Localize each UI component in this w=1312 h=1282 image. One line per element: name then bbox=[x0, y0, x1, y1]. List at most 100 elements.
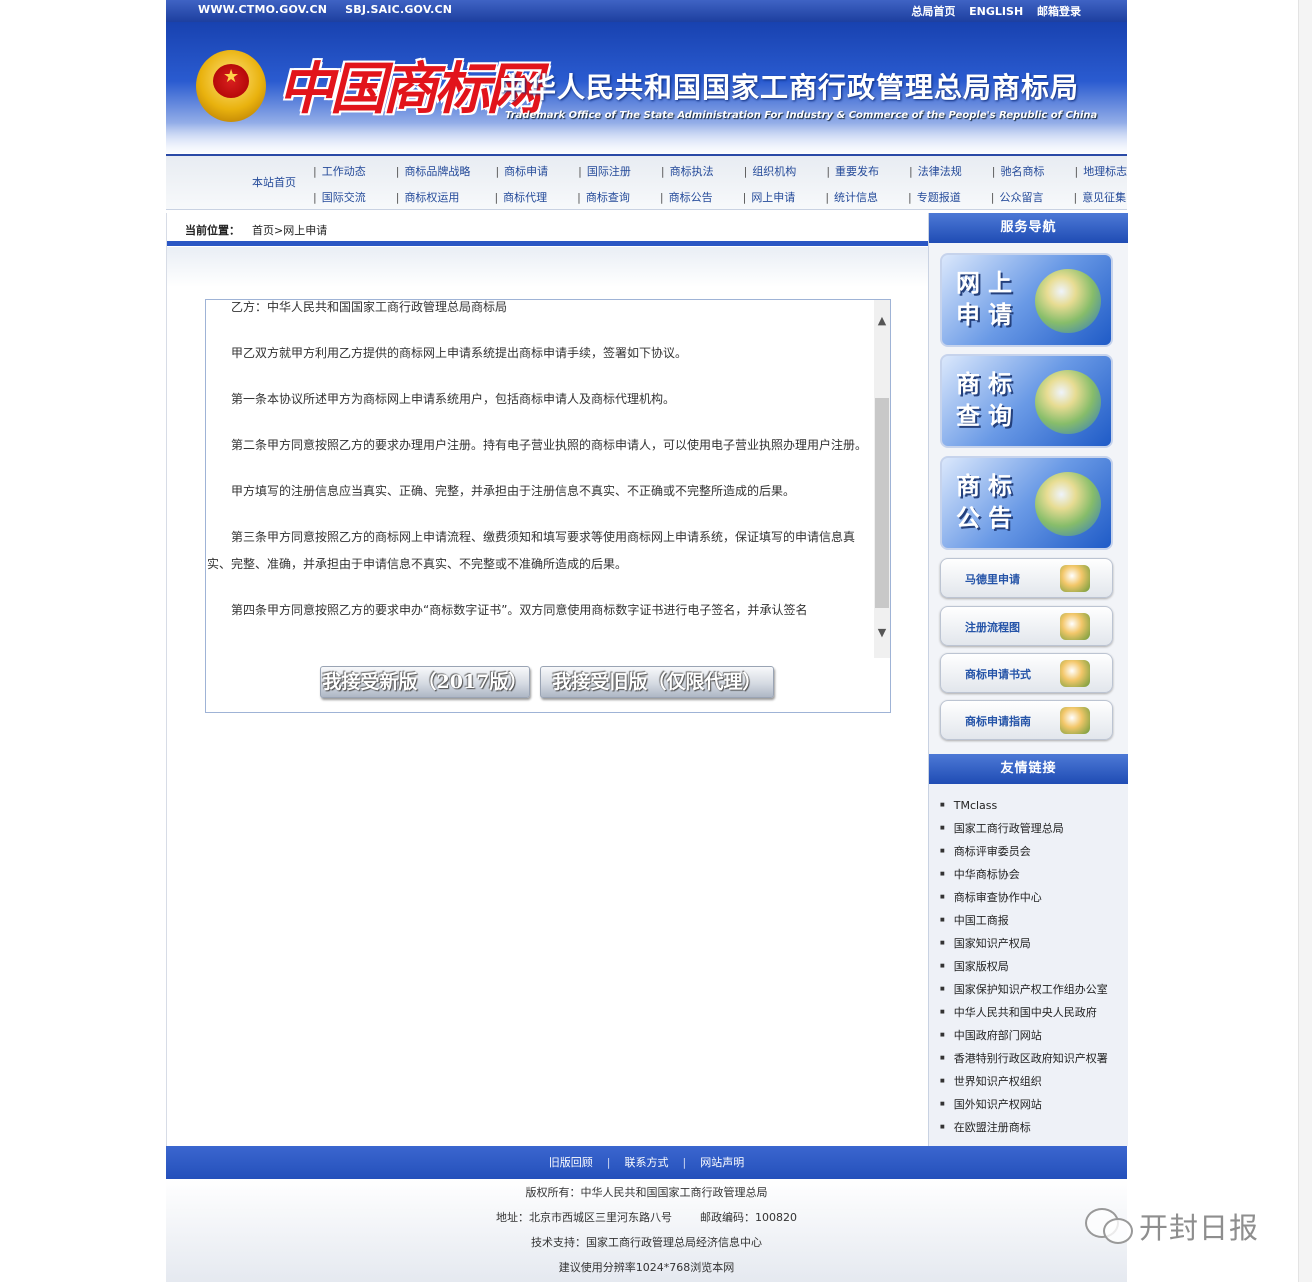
nav-item[interactable]: 专题报道 bbox=[917, 189, 989, 205]
agreement-paragraph: 甲方填写的注册信息应当真实、正确、完整，并承担由于注册信息不真实、不正确或不完整… bbox=[231, 484, 796, 498]
nav-home[interactable]: 本站首页 bbox=[252, 174, 296, 190]
link-sbj-saic[interactable]: SBJ.SAIC.GOV.CN bbox=[345, 3, 452, 16]
friendly-link[interactable]: 商标评审委员会 bbox=[940, 843, 1108, 866]
breadcrumb: 当前位置： 首页>网上申请 bbox=[167, 213, 928, 247]
nav-item[interactable]: 组织机构 bbox=[752, 163, 824, 179]
nav-row-2: | 国际交流 | 商标权运用 | 商标代理 | 商标查询 | 商标公告 | 网上申请 | 统计信息 | 专题报… bbox=[311, 189, 1154, 207]
national-emblem-icon bbox=[196, 50, 266, 122]
scroll-up-icon[interactable]: ▲ bbox=[874, 314, 890, 330]
friendly-link[interactable]: 在欧盟注册商标 bbox=[940, 1119, 1108, 1142]
guide-book-icon bbox=[1060, 707, 1090, 734]
nav-item[interactable]: 商标品牌战略 bbox=[404, 163, 493, 179]
nav-item[interactable]: 商标代理 bbox=[503, 189, 575, 205]
site-banner: 中国商标网 中华人民共和国国家工商行政管理总局商标局 Trademark Off… bbox=[166, 22, 1127, 153]
nav-item[interactable]: 商标权运用 bbox=[404, 189, 492, 205]
agreement-text-area[interactable]: 乙方：中华人民共和国国家工商行政管理总局商标局 甲乙双方就甲方利用乙方提供的商标… bbox=[206, 300, 874, 658]
nav-item[interactable]: 公众留言 bbox=[999, 189, 1071, 205]
nav-row-1: | 工作动态 | 商标品牌战略 | 商标申请 | 国际注册 | 商标执法 | 组织机构 | 重要发布 | 法律… bbox=[311, 163, 1155, 181]
agreement-paragraph: 第三条甲方同意按照乙方的商标网上申请流程、缴费须知和填写要求等使用商标网上申请系… bbox=[207, 530, 856, 571]
friendly-link[interactable]: 中华人民共和国中央人民政府 bbox=[940, 1004, 1108, 1027]
accept-old-version-button[interactable]: 我接受旧版（仅限代理） bbox=[540, 666, 774, 698]
accept-new-version-button[interactable]: 我接受新版（2017版） bbox=[320, 666, 530, 698]
link-headquarters-home[interactable]: 总局首页 bbox=[911, 5, 955, 18]
window-edge bbox=[1298, 0, 1312, 1282]
footer-address: 地址：北京市西城区三里河东路八号 bbox=[496, 1211, 672, 1224]
scroll-down-icon[interactable]: ▼ bbox=[874, 626, 890, 642]
books-icon bbox=[1060, 660, 1090, 687]
nav-item[interactable]: 统计信息 bbox=[834, 189, 906, 205]
friendly-links-panel: TMclass 国家工商行政管理总局 商标评审委员会 中华商标协会 商标审查协作… bbox=[929, 784, 1128, 1146]
service-flowchart-button[interactable]: 注册流程图 bbox=[940, 606, 1113, 646]
service-label: 注册流程图 bbox=[965, 621, 1020, 634]
friendly-link[interactable]: 世界知识产权组织 bbox=[940, 1073, 1108, 1096]
footer-postcode: 邮政编码：100820 bbox=[699, 1211, 797, 1224]
nav-item[interactable]: 驰名商标 bbox=[1000, 163, 1072, 179]
scroll-thumb[interactable] bbox=[875, 398, 889, 608]
agreement-paragraph: 第四条甲方同意按照乙方的要求申办“商标数字证书”。双方同意使用商标数字证书进行电… bbox=[231, 603, 808, 617]
friendly-link[interactable]: 国家工商行政管理总局 bbox=[940, 820, 1108, 843]
nav-item[interactable]: 网上申请 bbox=[751, 189, 823, 205]
madrid-icon bbox=[1060, 565, 1090, 592]
nav-item[interactable]: 工作动态 bbox=[322, 163, 394, 179]
friendly-link[interactable]: 商标审查协作中心 bbox=[940, 889, 1108, 912]
nav-item[interactable]: 意见征集 bbox=[1082, 189, 1154, 205]
friendly-link[interactable]: 中国工商报 bbox=[940, 912, 1108, 935]
service-madrid-button[interactable]: 马德里申请 bbox=[940, 558, 1113, 598]
nav-item[interactable]: 商标查询 bbox=[586, 189, 658, 205]
agreement-scrollbar[interactable]: ▲ ▼ bbox=[874, 300, 890, 658]
service-nav-title: 服务导航 bbox=[929, 213, 1128, 243]
footer-address-line: 地址：北京市西城区三里河东路八号 邮政编码：100820 bbox=[166, 1205, 1127, 1230]
main-content: 当前位置： 首页>网上申请 乙方：中华人民共和国国家工商行政管理总局商标局 甲乙… bbox=[166, 213, 928, 1146]
link-ctmo[interactable]: WWW.CTMO.GOV.CN bbox=[198, 3, 327, 16]
friendly-link[interactable]: TMclass bbox=[940, 797, 1108, 820]
friendly-link[interactable]: 香港特别行政区政府知识产权署 bbox=[940, 1050, 1108, 1073]
books-globe-icon bbox=[1035, 472, 1101, 536]
service-panel: 网上申请 商标查询 商标公告 马德里申请 注册流程图 商标申请书式 商标申请指南 bbox=[929, 243, 1128, 754]
breadcrumb-label: 当前位置： bbox=[185, 224, 240, 237]
service-label: 商标申请指南 bbox=[965, 715, 1031, 728]
nav-item[interactable]: 国际交流 bbox=[322, 189, 394, 205]
content-fade bbox=[167, 247, 928, 287]
agreement-paragraph: 甲乙双方就甲方利用乙方提供的商标网上申请系统提出商标申请手续，签署如下协议。 bbox=[231, 346, 688, 360]
globe-laptop-icon bbox=[1035, 269, 1101, 333]
nav-item[interactable]: 商标执法 bbox=[670, 163, 742, 179]
nav-item[interactable]: 商标申请 bbox=[504, 163, 576, 179]
service-label: 商标查询 bbox=[956, 369, 1020, 430]
nav-item[interactable]: 地理标志 bbox=[1083, 163, 1155, 179]
footer-link-contact[interactable]: 联系方式 bbox=[625, 1156, 669, 1169]
page-frame: WWW.CTMO.GOV.CN SBJ.SAIC.GOV.CN 总局首页 ENG… bbox=[166, 0, 1128, 1282]
nav-item[interactable]: 商标公告 bbox=[669, 189, 741, 205]
nav-item[interactable]: 法律法规 bbox=[918, 163, 990, 179]
friendly-links-title: 友情链接 bbox=[929, 754, 1128, 784]
service-online-apply-button[interactable]: 网上申请 bbox=[940, 253, 1113, 347]
friendly-link[interactable]: 国家保护知识产权工作组办公室 bbox=[940, 981, 1108, 1004]
service-label: 马德里申请 bbox=[965, 573, 1020, 586]
nav-item[interactable]: 重要发布 bbox=[835, 163, 907, 179]
service-trademark-search-button[interactable]: 商标查询 bbox=[940, 354, 1113, 448]
footer-copyright: 版权所有：中华人民共和国国家工商行政管理总局 bbox=[525, 1186, 768, 1199]
footer-resolution: 建议使用分辨率1024*768浏览本网 bbox=[558, 1261, 735, 1274]
link-english[interactable]: ENGLISH bbox=[969, 5, 1023, 18]
watermark-text: 开封日报 bbox=[1139, 1211, 1260, 1245]
breadcrumb-path[interactable]: 首页>网上申请 bbox=[252, 222, 327, 238]
service-guide-button[interactable]: 商标申请指南 bbox=[940, 700, 1113, 740]
top-bar: WWW.CTMO.GOV.CN SBJ.SAIC.GOV.CN 总局首页 ENG… bbox=[166, 0, 1127, 22]
friendly-link[interactable]: 中华商标协会 bbox=[940, 866, 1108, 889]
footer-link-old-version[interactable]: 旧版回顾 bbox=[549, 1156, 593, 1169]
link-mail-login[interactable]: 邮箱登录 bbox=[1037, 5, 1081, 18]
banner-title-cn: 中华人民共和国国家工商行政管理总局商标局 bbox=[499, 71, 1080, 104]
footer-link-statement[interactable]: 网站声明 bbox=[700, 1156, 744, 1169]
breadcrumb-divider bbox=[167, 241, 928, 246]
service-trademark-announcement-button[interactable]: 商标公告 bbox=[940, 456, 1113, 550]
footer-support: 技术支持：国家工商行政管理总局经济信息中心 bbox=[531, 1236, 762, 1249]
service-label: 网上申请 bbox=[956, 268, 1020, 329]
friendly-link[interactable]: 国家版权局 bbox=[940, 958, 1108, 981]
magnifier-book-icon bbox=[1035, 370, 1101, 434]
friendly-link[interactable]: 国外知识产权网站 bbox=[940, 1096, 1108, 1119]
banner-title-en: Trademark Office of The State Administra… bbox=[505, 110, 1098, 121]
nav-item[interactable]: 国际注册 bbox=[587, 163, 659, 179]
friendly-link[interactable]: 国家知识产权局 bbox=[940, 935, 1108, 958]
agreement-paragraph: 乙方：中华人民共和国国家工商行政管理总局商标局 bbox=[231, 300, 508, 314]
friendly-link[interactable]: 中国政府部门网站 bbox=[940, 1027, 1108, 1050]
service-form-button[interactable]: 商标申请书式 bbox=[940, 653, 1113, 693]
